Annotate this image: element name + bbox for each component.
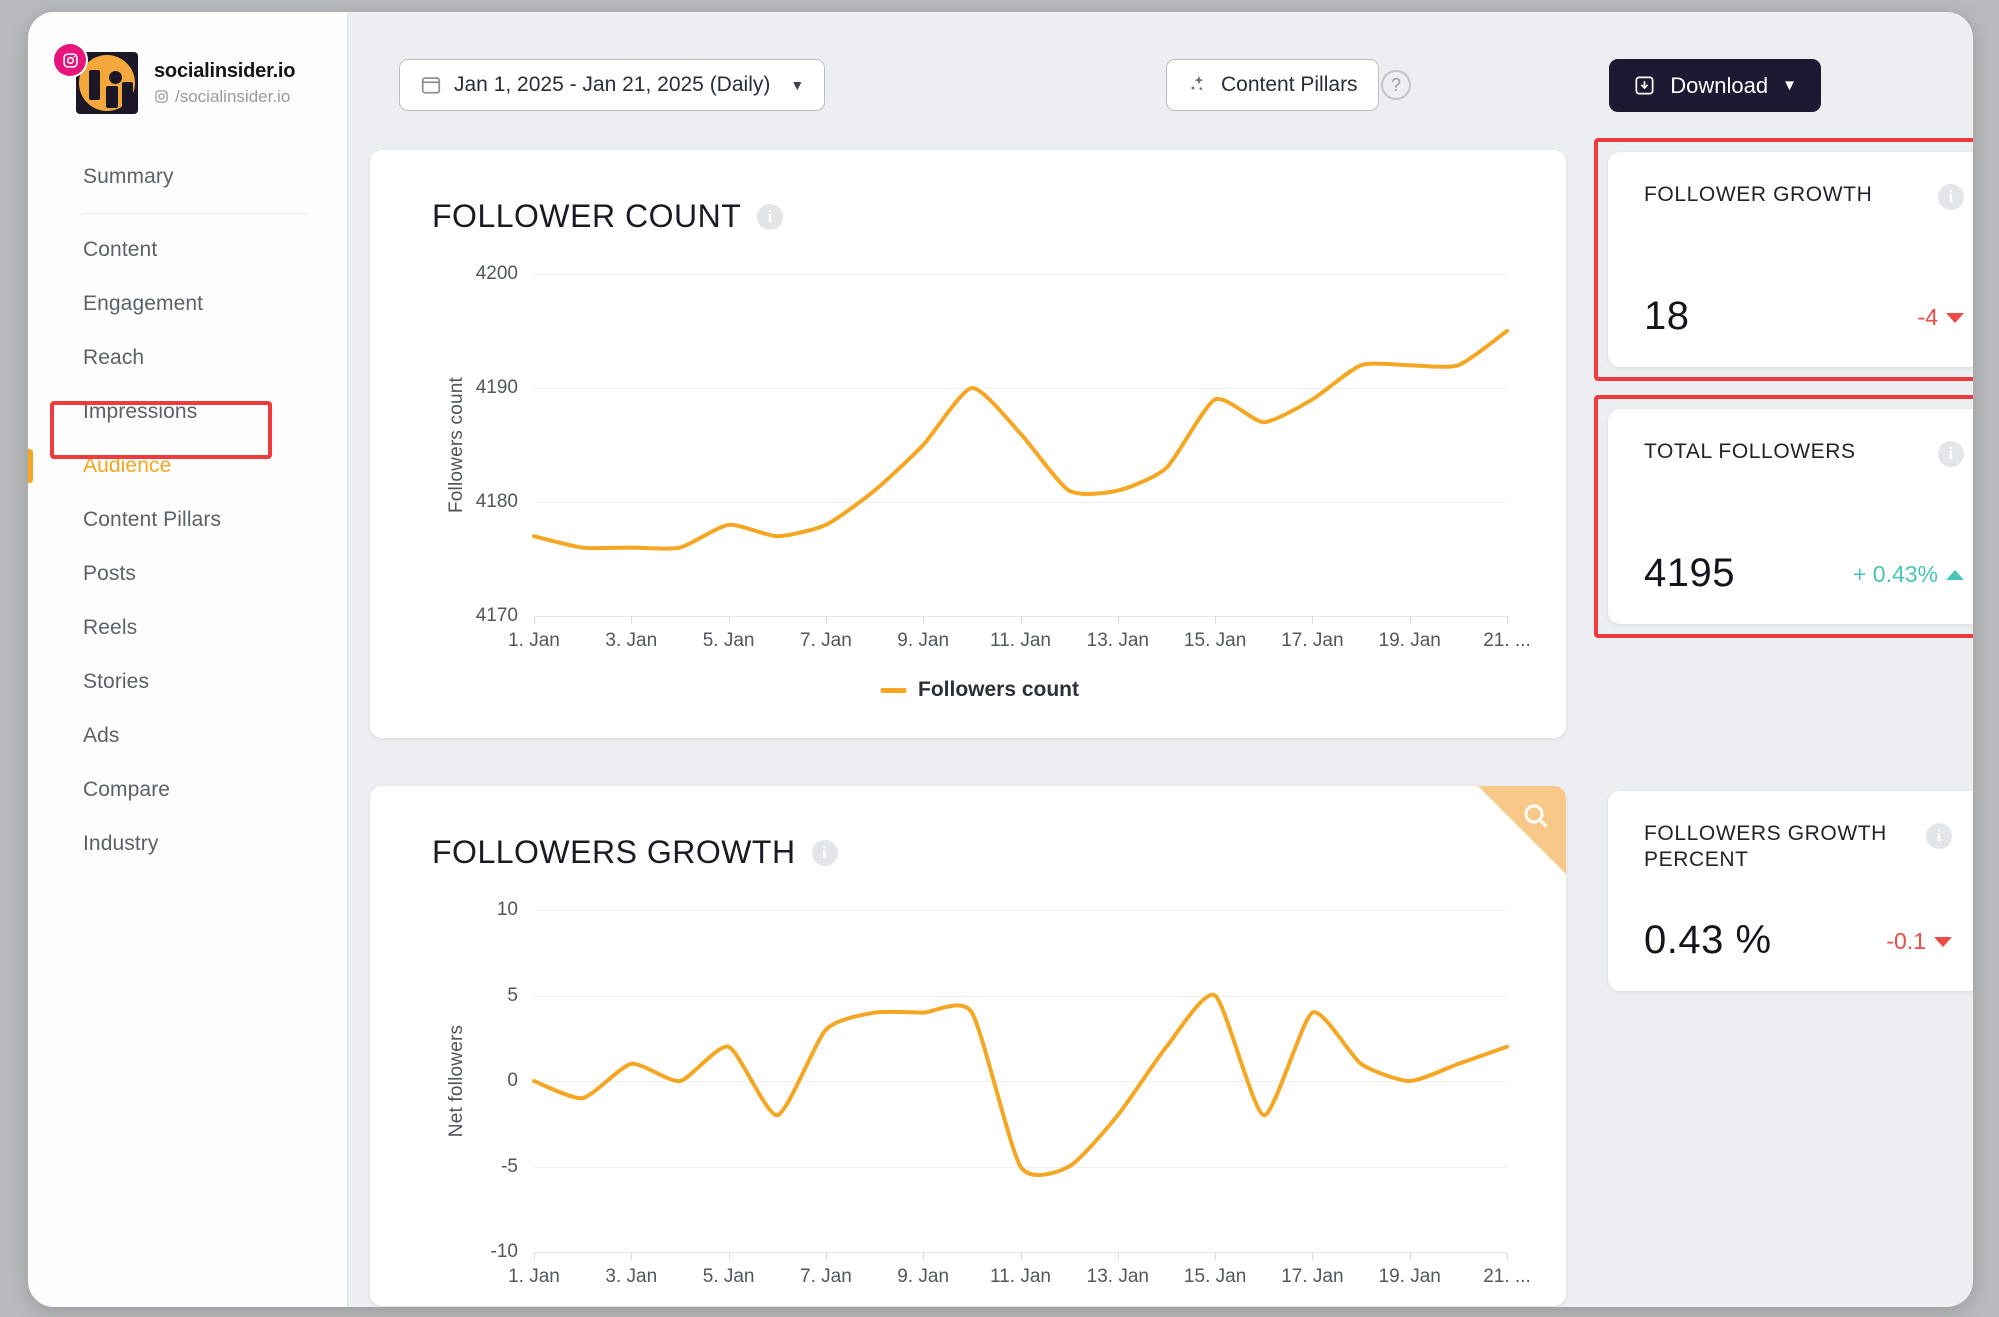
stat-title: TOTAL FOLLOWERS xyxy=(1644,440,1856,463)
download-icon xyxy=(1635,76,1654,95)
calendar-icon xyxy=(421,77,441,94)
zoom-ribbon[interactable] xyxy=(1478,786,1566,874)
info-icon[interactable]: i xyxy=(757,203,784,230)
sidebar: socialinsider.io /socialinsider.io Summa… xyxy=(28,12,348,1307)
sidebar-item-label: Reach xyxy=(83,346,145,369)
sidebar-item-stories[interactable]: Stories xyxy=(28,655,347,709)
sparkle-icon xyxy=(1190,75,1204,91)
info-icon[interactable]: i xyxy=(811,839,838,866)
info-icon[interactable]: i xyxy=(1926,823,1952,849)
sidebar-item-content-pillars[interactable]: Content Pillars xyxy=(28,493,347,547)
profile-handle: /socialinsider.io xyxy=(154,87,295,107)
info-icon[interactable]: i xyxy=(1938,441,1964,467)
sidebar-item-label: Reels xyxy=(83,616,138,639)
chart-title-text: FOLLOWERS GROWTH xyxy=(432,834,796,870)
sidebar-item-label: Content xyxy=(83,238,158,261)
date-range-picker[interactable]: Jan 1, 2025 - Jan 21, 2025 (Daily) ▼ xyxy=(399,59,826,111)
sidebar-item-label: Compare xyxy=(83,778,171,801)
stat-value: 4195 xyxy=(1644,551,1735,595)
toolbar: Jan 1, 2025 - Jan 21, 2025 (Daily) ▼ Con… xyxy=(348,12,1973,136)
followers-growth-card: FOLLOWERS GROWTH i Net followers -10 -5 0 5 1… xyxy=(370,786,1566,1306)
followers-growth-title: FOLLOWERS GROWTH i xyxy=(432,834,838,871)
sidebar-item-summary[interactable]: Summary xyxy=(28,150,347,204)
app-window: socialinsider.io /socialinsider.io Summa… xyxy=(28,12,1973,1307)
sidebar-item-label: Ads xyxy=(83,724,120,747)
series-line xyxy=(532,329,1509,551)
stat-card-followers-growth-percent: FOLLOWERS GROWTH PERCENT i 0.43 % -0.1 xyxy=(1608,791,1973,991)
profile-name: socialinsider.io xyxy=(154,59,296,82)
stat-delta-text: -4 xyxy=(1917,304,1938,330)
sidebar-item-label: Impressions xyxy=(83,400,198,423)
triangle-down-icon xyxy=(1934,936,1952,947)
info-icon[interactable]: i xyxy=(1938,184,1964,210)
sidebar-item-industry[interactable]: Industry xyxy=(28,817,347,871)
chevron-down-icon: ▼ xyxy=(1782,77,1797,94)
triangle-down-icon xyxy=(1946,312,1964,323)
legend-swatch xyxy=(879,687,906,693)
stat-delta: -0.1 xyxy=(1886,928,1952,955)
download-button[interactable]: Download ▼ xyxy=(1609,59,1821,112)
instagram-badge-icon xyxy=(54,44,86,76)
sidebar-item-ads[interactable]: Ads xyxy=(28,709,347,763)
content-pillars-label: Content Pillars xyxy=(1221,73,1358,96)
stat-title: FOLLOWER GROWTH xyxy=(1644,183,1873,206)
instagram-icon xyxy=(155,90,168,103)
stat-card-total-followers: TOTAL FOLLOWERS i 4195 + 0.43% xyxy=(1608,409,1973,624)
chart-legend[interactable]: Followers count xyxy=(879,678,1080,702)
series-line xyxy=(532,992,1509,1178)
sidebar-item-compare[interactable]: Compare xyxy=(28,763,347,817)
follower-count-title: FOLLOWER COUNT i xyxy=(432,198,784,235)
sidebar-item-label: Posts xyxy=(83,562,137,585)
sidebar-item-reach[interactable]: Reach xyxy=(28,331,347,385)
stat-delta-text: + 0.43% xyxy=(1852,561,1938,587)
content-pillars-button[interactable]: Content Pillars xyxy=(1166,59,1379,111)
sidebar-item-audience[interactable]: Audience xyxy=(28,439,347,493)
chart-series-layer xyxy=(532,329,1509,551)
sidebar-divider xyxy=(83,213,307,214)
sidebar-item-label: Industry xyxy=(83,832,159,855)
legend-label: Followers count xyxy=(917,678,1080,701)
stat-title: FOLLOWERS GROWTH PERCENT xyxy=(1644,822,1887,872)
followers-growth-plot: Net followers -10 -5 0 5 10 1. Jan 3. Jan 5. Jan… xyxy=(442,899,1531,1304)
magnifier-icon xyxy=(1524,804,1548,828)
follower-count-plot: Followers count 4170 4180 4190 4200 1. Jan 3. … xyxy=(442,263,1531,701)
sidebar-item-label: Summary xyxy=(83,165,174,188)
sidebar-item-label: Engagement xyxy=(83,292,204,315)
profile-header[interactable]: socialinsider.io /socialinsider.io xyxy=(28,12,347,114)
sidebar-item-impressions[interactable]: Impressions xyxy=(28,385,347,439)
stat-delta: + 0.43% xyxy=(1853,561,1964,588)
chevron-down-icon: ▼ xyxy=(790,77,805,93)
follower-count-card: FOLLOWER COUNT i Followers count 4170 4180… xyxy=(370,150,1566,738)
stat-delta: -4 xyxy=(1918,304,1964,331)
sidebar-item-reels[interactable]: Reels xyxy=(28,601,347,655)
sidebar-item-label: Stories xyxy=(83,670,150,693)
sidebar-item-engagement[interactable]: Engagement xyxy=(28,277,347,331)
sidebar-item-content[interactable]: Content xyxy=(28,223,347,277)
download-label: Download xyxy=(1670,72,1769,98)
chart-title-text: FOLLOWER COUNT xyxy=(432,198,742,234)
chart-series-layer xyxy=(532,992,1509,1178)
stat-value: 0.43 % xyxy=(1644,918,1772,962)
sidebar-item-label: Content Pillars xyxy=(83,508,222,531)
profile-handle-text: /socialinsider.io xyxy=(175,86,291,106)
help-icon-toolbar[interactable]: ? xyxy=(1381,70,1411,100)
sidebar-nav: Summary Content Engagement Reach Impressions… xyxy=(28,150,347,871)
sidebar-item-label: Audience xyxy=(83,454,172,477)
sidebar-item-posts[interactable]: Posts xyxy=(28,547,347,601)
stat-delta-text: -0.1 xyxy=(1886,928,1926,954)
stat-value: 18 xyxy=(1644,294,1690,338)
stat-card-follower-growth: FOLLOWER GROWTH i 18 -4 xyxy=(1608,152,1973,367)
triangle-up-icon xyxy=(1946,569,1964,580)
date-range-text: Jan 1, 2025 - Jan 21, 2025 (Daily) xyxy=(454,73,771,96)
